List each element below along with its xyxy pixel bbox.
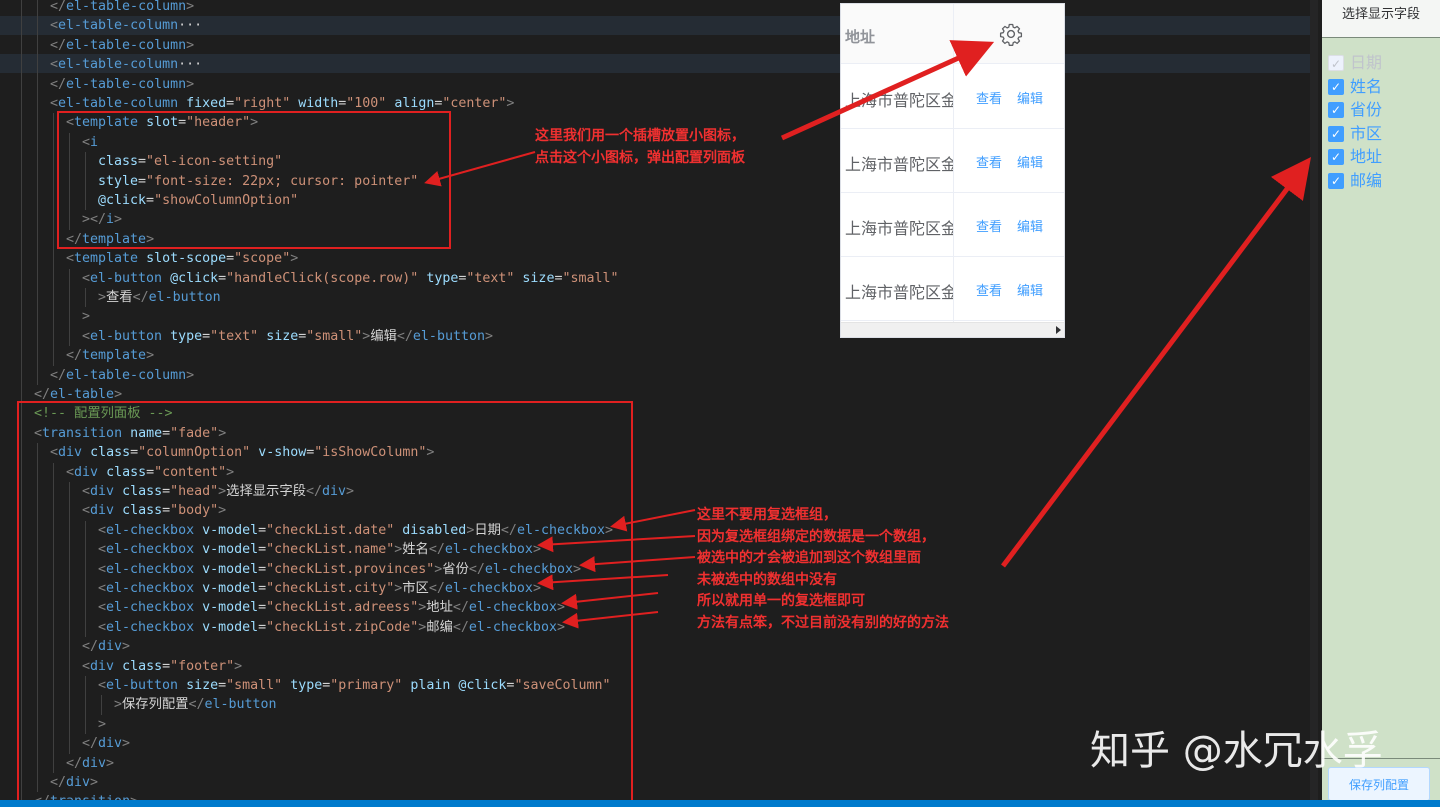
arrow-to-gear <box>780 40 995 141</box>
checkbox-annotation: 这里不要用复选框组， 因为复选框组绑定的数据是一个数组， 被选中的才会被追加到这… <box>697 507 949 631</box>
arrow-to-checkbox-5 <box>561 592 659 610</box>
arrow-to-checkbox-2 <box>537 535 696 553</box>
arrow-to-checkbox-6 <box>562 611 659 629</box>
arrow-to-checkbox-4 <box>537 574 669 591</box>
arrow-to-checkbox-1 <box>610 509 696 532</box>
arrow-to-checkbox-3 <box>579 556 696 573</box>
arrow-to-icon-code <box>424 151 536 187</box>
slot-annotation: 这里我们用一个插槽放置小图标， 点击这个小图标，弹出配置列面板 <box>535 128 745 166</box>
watermark: 知乎 @水冗水孚 <box>1090 728 1383 774</box>
annotation-arrows <box>424 40 1312 629</box>
status-bar <box>0 800 1440 807</box>
arrow-to-panel <box>1001 157 1312 568</box>
